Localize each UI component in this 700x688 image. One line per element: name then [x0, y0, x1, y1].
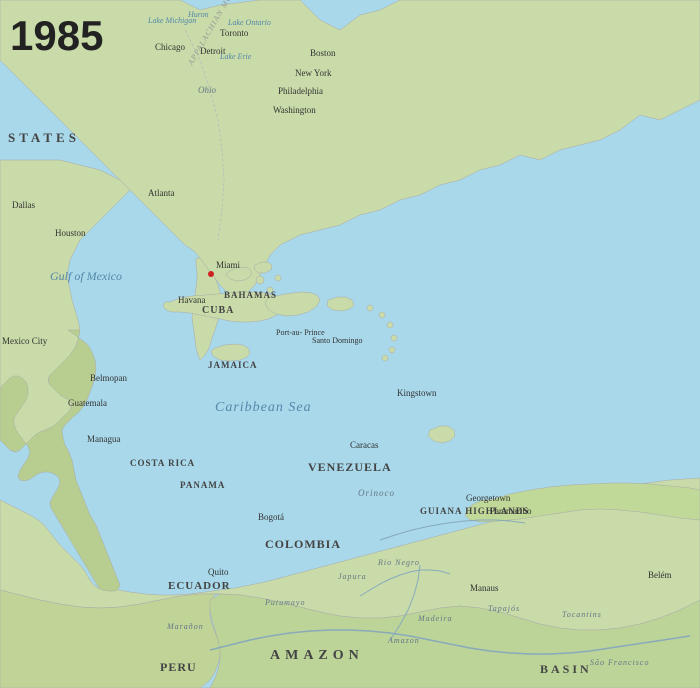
map-container: 1985 STATES Dallas Houston Atlanta Chica…: [0, 0, 700, 688]
miami-dot: [208, 271, 214, 277]
year-label: 1985: [10, 12, 103, 60]
map-svg: [0, 0, 700, 688]
